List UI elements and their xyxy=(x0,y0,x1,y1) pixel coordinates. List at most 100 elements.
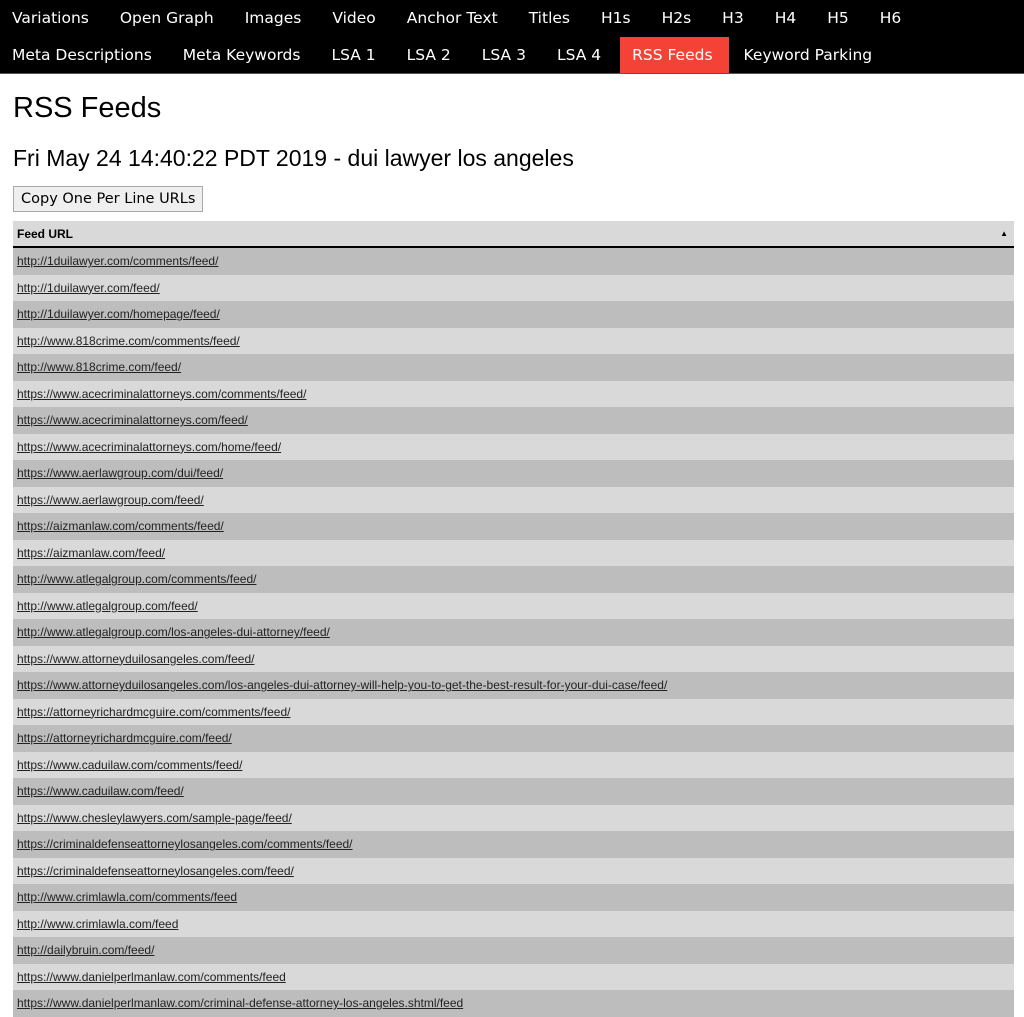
table-row: http://www.atlegalgroup.com/los-angeles-… xyxy=(13,619,1014,646)
table-row: https://www.attorneyduilosangeles.com/fe… xyxy=(13,645,1014,672)
nav-tab-meta-keywords[interactable]: Meta Keywords xyxy=(171,37,317,74)
nav-tab-lsa-4[interactable]: LSA 4 xyxy=(545,37,617,74)
feed-url-link[interactable]: https://criminaldefenseattorneylosangele… xyxy=(17,837,353,851)
table-row: https://aizmanlaw.com/comments/feed/ xyxy=(13,513,1014,540)
report-subtitle: Fri May 24 14:40:22 PDT 2019 - dui lawye… xyxy=(13,145,574,171)
table-row: http://1duilawyer.com/comments/feed/ xyxy=(13,247,1014,275)
feed-url-link[interactable]: https://aizmanlaw.com/comments/feed/ xyxy=(17,519,224,533)
feed-url-link[interactable]: https://criminaldefenseattorneylosangele… xyxy=(17,864,294,878)
feed-url-cell: https://www.acecriminalattorneys.com/com… xyxy=(13,380,1014,407)
feed-url-cell: http://www.crimlawla.com/feed xyxy=(13,910,1014,937)
feed-url-cell: https://www.acecriminalattorneys.com/fee… xyxy=(13,407,1014,434)
feed-url-link[interactable]: http://dailybruin.com/feed/ xyxy=(17,943,154,957)
table-row: https://www.acecriminalattorneys.com/com… xyxy=(13,380,1014,407)
nav-row-primary: Variations Open Graph Images Video Anchor Te… xyxy=(0,0,1024,37)
nav-tab-h2s[interactable]: H2s xyxy=(650,0,708,37)
feed-url-link[interactable]: http://www.atlegalgroup.com/los-angeles-… xyxy=(17,625,330,639)
copy-urls-button[interactable]: Copy One Per Line URLs xyxy=(13,186,204,212)
nav-tab-lsa-2[interactable]: LSA 2 xyxy=(395,37,467,74)
feed-url-cell: http://www.crimlawla.com/comments/feed xyxy=(13,884,1014,911)
feed-url-cell: https://www.danielperlmanlaw.com/comment… xyxy=(13,963,1014,990)
table-row: http://1duilawyer.com/homepage/feed/ xyxy=(13,301,1014,328)
table-row: https://www.caduilaw.com/comments/feed/ xyxy=(13,751,1014,778)
nav-tab-h3[interactable]: H3 xyxy=(710,0,760,37)
nav-tab-h6[interactable]: H6 xyxy=(868,0,918,37)
feed-url-cell: https://www.danielperlmanlaw.com/crimina… xyxy=(13,990,1014,1017)
feed-url-cell: https://www.chesleylawyers.com/sample-pa… xyxy=(13,804,1014,831)
feed-url-link[interactable]: https://www.chesleylawyers.com/sample-pa… xyxy=(17,811,292,825)
feed-url-link[interactable]: http://1duilawyer.com/feed/ xyxy=(17,281,160,295)
table-row: https://criminaldefenseattorneylosangele… xyxy=(13,857,1014,884)
table-row: https://attorneyrichardmcguire.com/feed/ xyxy=(13,725,1014,752)
feed-url-cell: http://www.atlegalgroup.com/los-angeles-… xyxy=(13,619,1014,646)
feed-url-cell: http://1duilawyer.com/homepage/feed/ xyxy=(13,301,1014,328)
nav-tab-meta-descriptions[interactable]: Meta Descriptions xyxy=(0,37,168,74)
table-row: https://www.acecriminalattorneys.com/fee… xyxy=(13,407,1014,434)
feed-url-link[interactable]: http://www.atlegalgroup.com/comments/fee… xyxy=(17,572,256,586)
feed-url-link[interactable]: https://www.attorneyduilosangeles.com/fe… xyxy=(17,652,254,666)
page-title: RSS Feeds xyxy=(13,92,162,124)
feed-url-link[interactable]: https://www.acecriminalattorneys.com/com… xyxy=(17,387,306,401)
nav-tab-h1s[interactable]: H1s xyxy=(589,0,647,37)
table-row: https://www.danielperlmanlaw.com/comment… xyxy=(13,963,1014,990)
feed-url-link[interactable]: https://aizmanlaw.com/feed/ xyxy=(17,546,165,560)
feed-url-link[interactable]: http://www.atlegalgroup.com/feed/ xyxy=(17,599,198,613)
feed-url-cell: https://www.aerlawgroup.com/feed/ xyxy=(13,486,1014,513)
table-row: http://www.atlegalgroup.com/comments/fee… xyxy=(13,566,1014,593)
table-row: http://1duilawyer.com/feed/ xyxy=(13,274,1014,301)
table-row: https://www.aerlawgroup.com/dui/feed/ xyxy=(13,460,1014,487)
nav-tab-rss-feeds[interactable]: RSS Feeds xyxy=(620,36,729,73)
feed-url-link[interactable]: https://www.caduilaw.com/feed/ xyxy=(17,784,184,798)
nav-tab-h4[interactable]: H4 xyxy=(763,0,813,37)
feed-url-link[interactable]: https://www.danielperlmanlaw.com/crimina… xyxy=(17,996,463,1010)
nav-tab-open-graph[interactable]: Open Graph xyxy=(108,0,230,37)
feed-url-link[interactable]: https://www.attorneyduilosangeles.com/lo… xyxy=(17,678,667,692)
column-header-feed-url[interactable]: Feed URL ▲ xyxy=(13,221,1014,248)
table-row: https://www.attorneyduilosangeles.com/lo… xyxy=(13,672,1014,699)
feed-url-link[interactable]: http://www.818crime.com/feed/ xyxy=(17,360,181,374)
nav-tab-variations[interactable]: Variations xyxy=(0,0,105,37)
nav-tab-images[interactable]: Images xyxy=(233,0,318,37)
feed-url-cell: https://www.aerlawgroup.com/dui/feed/ xyxy=(13,460,1014,487)
nav-tab-lsa-3[interactable]: LSA 3 xyxy=(470,37,542,74)
table-header-row: Feed URL ▲ xyxy=(13,221,1014,248)
feed-url-link[interactable]: https://www.acecriminalattorneys.com/fee… xyxy=(17,413,248,427)
table-row: https://www.aerlawgroup.com/feed/ xyxy=(13,486,1014,513)
table-row: http://www.818crime.com/comments/feed/ xyxy=(13,327,1014,354)
feed-url-link[interactable]: https://attorneyrichardmcguire.com/feed/ xyxy=(17,731,232,745)
feed-url-cell: http://www.atlegalgroup.com/comments/fee… xyxy=(13,566,1014,593)
feed-url-cell: https://attorneyrichardmcguire.com/feed/ xyxy=(13,725,1014,752)
feed-url-table: Feed URL ▲ http://1duilawyer.com/comment… xyxy=(13,221,1014,1017)
feed-url-link[interactable]: http://www.crimlawla.com/comments/feed xyxy=(17,890,237,904)
feed-url-cell: http://www.818crime.com/feed/ xyxy=(13,354,1014,381)
nav-tab-anchor-text[interactable]: Anchor Text xyxy=(395,0,514,37)
table-row: https://aizmanlaw.com/feed/ xyxy=(13,539,1014,566)
feed-url-cell: https://aizmanlaw.com/comments/feed/ xyxy=(13,513,1014,540)
feed-url-link[interactable]: https://www.aerlawgroup.com/dui/feed/ xyxy=(17,466,223,480)
feed-url-cell: https://www.caduilaw.com/comments/feed/ xyxy=(13,751,1014,778)
feed-url-cell: https://www.attorneyduilosangeles.com/lo… xyxy=(13,672,1014,699)
nav-tab-lsa-1[interactable]: LSA 1 xyxy=(319,37,391,74)
nav-tab-titles[interactable]: Titles xyxy=(517,0,586,37)
nav-tab-keyword-parking[interactable]: Keyword Parking xyxy=(732,37,889,74)
feed-url-link[interactable]: https://www.caduilaw.com/comments/feed/ xyxy=(17,758,242,772)
feed-url-link[interactable]: http://1duilawyer.com/comments/feed/ xyxy=(17,254,218,268)
feed-url-link[interactable]: https://www.danielperlmanlaw.com/comment… xyxy=(17,970,286,984)
top-navigation: Variations Open Graph Images Video Anchor Te… xyxy=(0,0,1024,74)
feed-url-link[interactable]: https://www.aerlawgroup.com/feed/ xyxy=(17,493,204,507)
main-content: RSS Feeds Fri May 24 14:40:22 PDT 2019 -… xyxy=(0,91,1024,1017)
feed-url-cell: https://www.caduilaw.com/feed/ xyxy=(13,778,1014,805)
feed-url-link[interactable]: http://www.crimlawla.com/feed xyxy=(17,917,178,931)
feed-url-link[interactable]: http://www.818crime.com/comments/feed/ xyxy=(17,334,240,348)
feed-url-link[interactable]: https://www.acecriminalattorneys.com/hom… xyxy=(17,440,281,454)
feed-url-link[interactable]: https://attorneyrichardmcguire.com/comme… xyxy=(17,705,290,719)
feed-url-cell: https://aizmanlaw.com/feed/ xyxy=(13,539,1014,566)
feed-url-link[interactable]: http://1duilawyer.com/homepage/feed/ xyxy=(17,307,220,321)
feed-url-cell: http://1duilawyer.com/comments/feed/ xyxy=(13,247,1014,275)
table-row: http://dailybruin.com/feed/ xyxy=(13,937,1014,964)
nav-tab-h5[interactable]: H5 xyxy=(815,0,865,37)
feed-url-cell: https://www.attorneyduilosangeles.com/fe… xyxy=(13,645,1014,672)
feed-url-cell: http://www.atlegalgroup.com/feed/ xyxy=(13,592,1014,619)
sort-ascending-icon[interactable]: ▲ xyxy=(1000,229,1008,238)
nav-tab-video[interactable]: Video xyxy=(320,0,391,37)
